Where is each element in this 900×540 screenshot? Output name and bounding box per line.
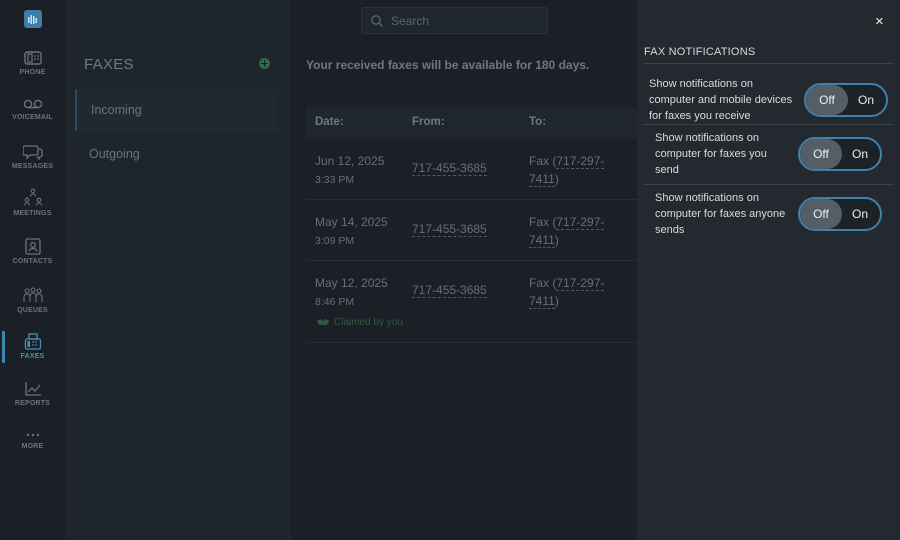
fax-to-number[interactable]: 717-297- <box>556 276 605 291</box>
handshake-icon <box>317 319 329 325</box>
fax-to-prefix: Fax ( <box>529 215 557 229</box>
drawer-title: FAX NOTIFICATIONS <box>644 46 756 58</box>
sidebar-item-phone[interactable]: PHONE <box>0 50 65 94</box>
fax-date-text: May 14, 2025 <box>315 215 388 229</box>
option-anyone-label: Show notifications on computer for faxes… <box>655 192 786 236</box>
fax-to-suffix: ) <box>554 294 559 308</box>
fax-to[interactable]: Fax (717-297- 7411) <box>529 152 605 188</box>
sidebar-item-label: VOICEMAIL <box>12 114 53 121</box>
fax-notifications-drawer: × FAX NOTIFICATIONS Show notifications o… <box>637 0 900 540</box>
column-header-date[interactable]: Date: <box>315 116 344 128</box>
sidebar-item-label: QUEUES <box>17 307 48 314</box>
fax-to-number-cont[interactable]: 7411 <box>529 172 555 187</box>
sidebar-item-label: MORE <box>21 443 44 450</box>
toggle-off-option[interactable]: Off <box>806 85 848 115</box>
sidebar-item-label: MEETINGS <box>13 210 52 217</box>
divider <box>643 184 894 185</box>
fax-to[interactable]: Fax (717-297- 7411) <box>529 213 605 249</box>
sidebar-item-label: CONTACTS <box>12 258 53 265</box>
sidebar-item-voicemail[interactable]: VOICEMAIL <box>0 97 65 141</box>
toggle-on-option[interactable]: On <box>840 199 880 229</box>
toggle-anyone[interactable]: Off On <box>798 197 882 231</box>
contacts-icon <box>24 238 41 255</box>
panel-title: FAXES <box>84 56 134 73</box>
toggle-off-option[interactable]: Off <box>800 199 842 229</box>
search-box[interactable]: Search <box>361 7 548 34</box>
search-icon <box>371 15 383 27</box>
fax-to-number-cont[interactable]: 7411 <box>529 233 555 248</box>
fax-time: 3:09 PM <box>315 235 355 247</box>
sidebar-item-reports[interactable]: REPORTS <box>0 381 65 425</box>
fax-to-number-cont[interactable]: 7411 <box>529 294 555 309</box>
add-fax-button[interactable] <box>259 58 270 69</box>
toggle-send[interactable]: Off On <box>798 137 882 171</box>
messages-icon <box>22 145 43 160</box>
fax-date: Jun 12, 2025 3:33 PM <box>315 152 384 189</box>
sidebar-item-faxes[interactable]: FAXES <box>0 333 65 377</box>
column-header-to[interactable]: To: <box>529 116 546 128</box>
fax-from-number[interactable]: 717-455-3685 <box>412 161 487 176</box>
fax-main-area: Search Your received faxes will be avail… <box>291 0 637 540</box>
fax-to[interactable]: Fax (717-297- 7411) <box>529 274 605 310</box>
fax-table: Date: From: To: Jun 12, 2025 3:33 PM 717-… <box>306 107 637 343</box>
fax-from[interactable]: 717-455-3685 <box>412 281 487 299</box>
toggle-receive[interactable]: Off On <box>804 83 888 117</box>
fax-from[interactable]: 717-455-3685 <box>412 159 487 177</box>
sidebar-item-messages[interactable]: MESSAGES <box>0 143 65 187</box>
table-row[interactable]: May 14, 2025 3:09 PM 717-455-3685 Fax (71… <box>306 200 637 261</box>
fax-from-number[interactable]: 717-455-3685 <box>412 283 487 298</box>
folder-outgoing[interactable]: Outgoing <box>75 133 278 175</box>
meetings-icon <box>23 188 42 206</box>
search-input[interactable]: Search <box>391 14 429 28</box>
table-header: Date: From: To: <box>306 107 637 139</box>
fax-date-text: May 12, 2025 <box>315 276 388 290</box>
folder-incoming[interactable]: Incoming <box>75 89 278 131</box>
sidebar-item-label: MESSAGES <box>11 163 54 170</box>
sidebar-item-label: REPORTS <box>14 400 51 407</box>
fax-to-number[interactable]: 717-297- <box>556 215 605 230</box>
close-button[interactable]: × <box>875 13 884 30</box>
toggle-on-option[interactable]: On <box>840 139 880 169</box>
fax-to-prefix: Fax ( <box>529 276 557 290</box>
phone-icon <box>23 51 42 65</box>
voicemail-icon <box>23 99 42 109</box>
toggle-on-option[interactable]: On <box>846 85 886 115</box>
fax-from-number[interactable]: 717-455-3685 <box>412 222 487 237</box>
fax-to-suffix: ) <box>554 233 559 247</box>
more-icon <box>26 433 39 437</box>
table-row[interactable]: Jun 12, 2025 3:33 PM 717-455-3685 Fax (71… <box>306 139 637 200</box>
fax-from[interactable]: 717-455-3685 <box>412 220 487 238</box>
table-row[interactable]: May 12, 2025 8:46 PM 717-455-3685 Fax (71… <box>306 261 637 343</box>
app-sidebar: PHONE VOICEMAIL MESSAGES MEETINGS CONTAC… <box>0 0 65 540</box>
fax-date: May 12, 2025 8:46 PM <box>315 274 388 311</box>
fax-to-number[interactable]: 717-297- <box>556 154 605 169</box>
column-header-from[interactable]: From: <box>412 116 445 128</box>
toggle-off-option[interactable]: Off <box>800 139 842 169</box>
sidebar-item-contacts[interactable]: CONTACTS <box>0 238 65 282</box>
sidebar-item-label: FAXES <box>20 353 45 360</box>
option-send-label: Show notifications on computer for faxes… <box>655 132 767 176</box>
fax-time: 3:33 PM <box>315 174 355 186</box>
sidebar-item-more[interactable]: MORE <box>0 430 65 474</box>
fax-to-prefix: Fax ( <box>529 154 557 168</box>
fax-time: 8:46 PM <box>315 296 355 308</box>
option-receive-label: Show notifications on computer and mobil… <box>649 78 793 122</box>
sidebar-item-meetings[interactable]: MEETINGS <box>0 188 65 232</box>
divider <box>643 63 894 64</box>
sidebar-item-label: PHONE <box>19 69 46 76</box>
fax-icon <box>24 333 41 350</box>
fax-folder-panel: FAXES Incoming Outgoing <box>65 0 291 540</box>
sidebar-item-queues[interactable]: QUEUES <box>0 286 65 330</box>
fax-date-text: Jun 12, 2025 <box>315 154 385 168</box>
retention-notice: Your received faxes will be available fo… <box>306 58 590 72</box>
app-logo-icon[interactable] <box>24 10 42 28</box>
claimed-badge: Claimed by you <box>316 317 403 328</box>
divider <box>643 124 894 125</box>
claimed-text: Claimed by you <box>334 317 403 328</box>
queues-icon <box>22 287 43 302</box>
reports-icon <box>24 382 41 396</box>
fax-date: May 14, 2025 3:09 PM <box>315 213 388 250</box>
fax-to-suffix: ) <box>554 172 559 186</box>
